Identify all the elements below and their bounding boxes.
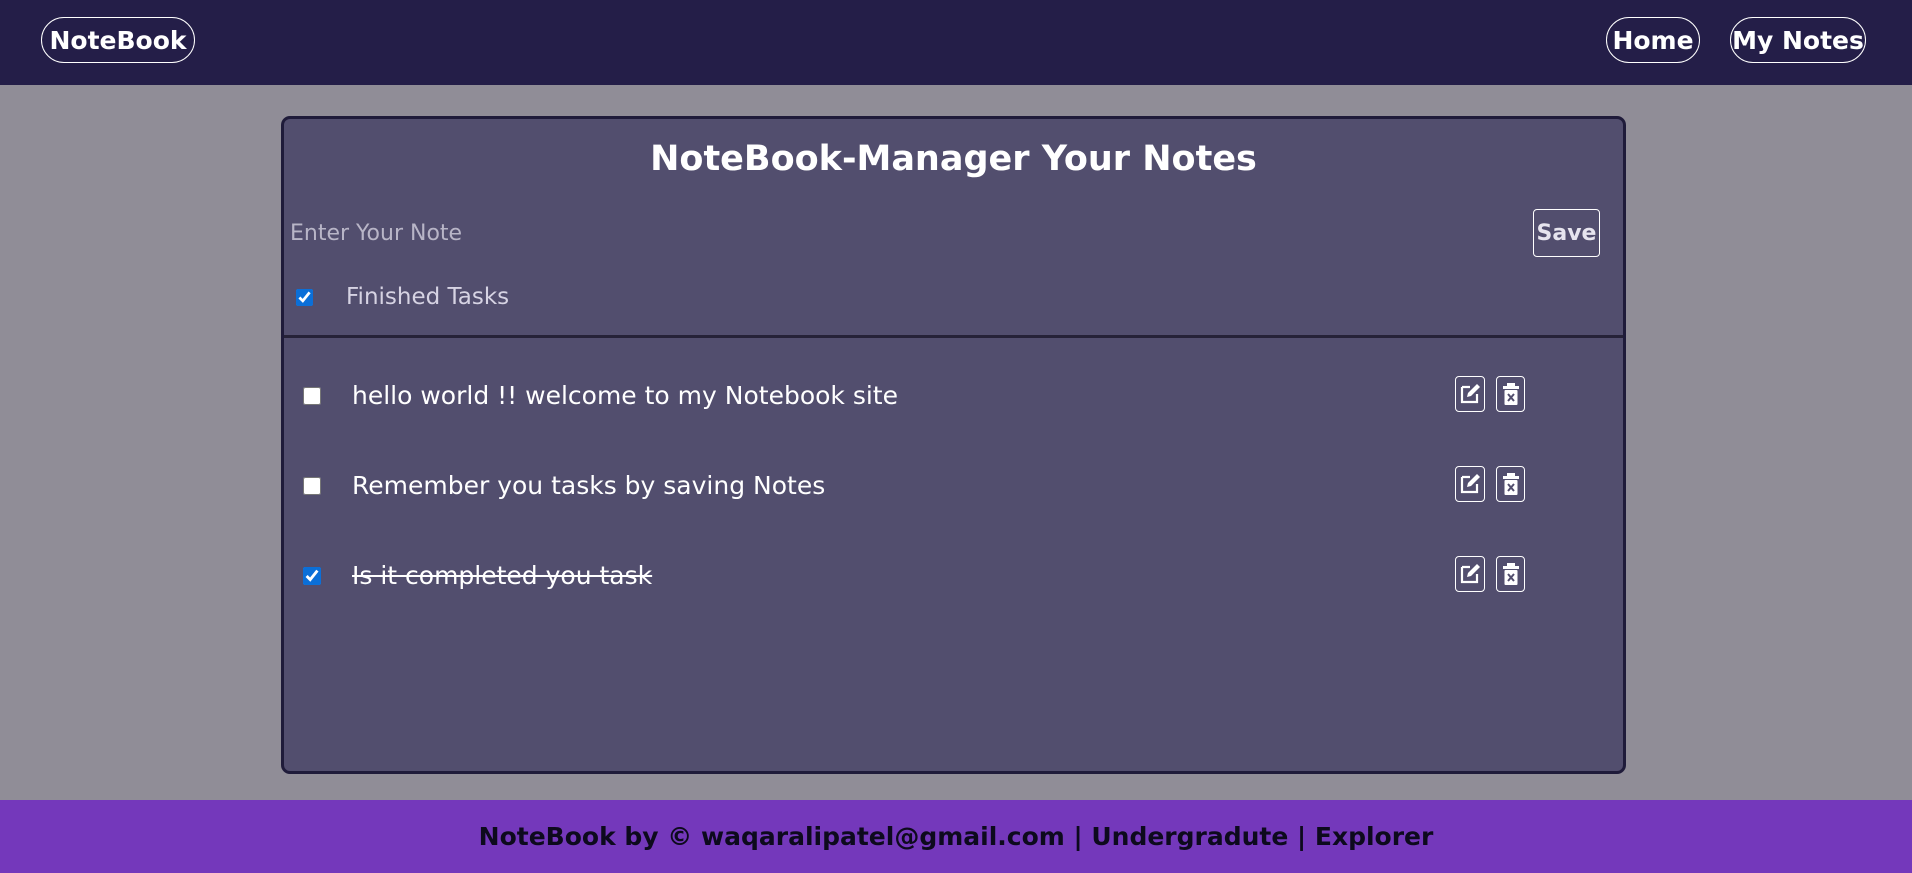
list-item: Is it completed you task: [284, 554, 1623, 598]
footer: NoteBook by © waqaralipatel@gmail.com | …: [0, 800, 1912, 873]
finished-tasks-label: Finished Tasks: [346, 284, 510, 310]
edit-button[interactable]: [1455, 376, 1485, 412]
note-checkbox[interactable]: [303, 567, 321, 585]
edit-icon: [1460, 564, 1480, 584]
edit-icon: [1460, 384, 1480, 404]
delete-button[interactable]: [1496, 376, 1525, 412]
delete-button[interactable]: [1496, 466, 1525, 502]
finished-filter: Finished Tasks: [296, 282, 509, 312]
trash-icon: [1502, 473, 1519, 495]
trash-icon: [1502, 383, 1519, 405]
delete-button[interactable]: [1496, 556, 1525, 592]
save-button[interactable]: Save: [1533, 209, 1600, 257]
edit-button[interactable]: [1455, 556, 1485, 592]
footer-text: NoteBook by © waqaralipatel@gmail.com | …: [478, 822, 1434, 851]
note-text: Remember you tasks by saving Notes: [352, 471, 826, 500]
note-text: Is it completed you task: [352, 561, 653, 590]
note-checkbox[interactable]: [303, 387, 321, 405]
brand-link[interactable]: NoteBook: [41, 17, 195, 63]
trash-icon: [1502, 563, 1519, 585]
nav-home-link[interactable]: Home: [1606, 17, 1700, 63]
list-item: Remember you tasks by saving Notes: [284, 464, 1623, 508]
divider: [284, 335, 1623, 338]
nav-my-notes-link[interactable]: My Notes: [1730, 17, 1866, 63]
note-checkbox[interactable]: [303, 477, 321, 495]
note-text: hello world !! welcome to my Notebook si…: [352, 381, 898, 410]
finished-tasks-checkbox[interactable]: [296, 288, 313, 306]
edit-button[interactable]: [1455, 466, 1485, 502]
edit-icon: [1460, 474, 1480, 494]
list-item: hello world !! welcome to my Notebook si…: [284, 374, 1623, 418]
navbar: NoteBook Home My Notes: [0, 0, 1912, 85]
note-input[interactable]: [290, 210, 1190, 256]
page-title: NoteBook-Manager Your Notes: [650, 139, 1257, 179]
notes-card: NoteBook-Manager Your Notes Save Finishe…: [281, 116, 1626, 774]
